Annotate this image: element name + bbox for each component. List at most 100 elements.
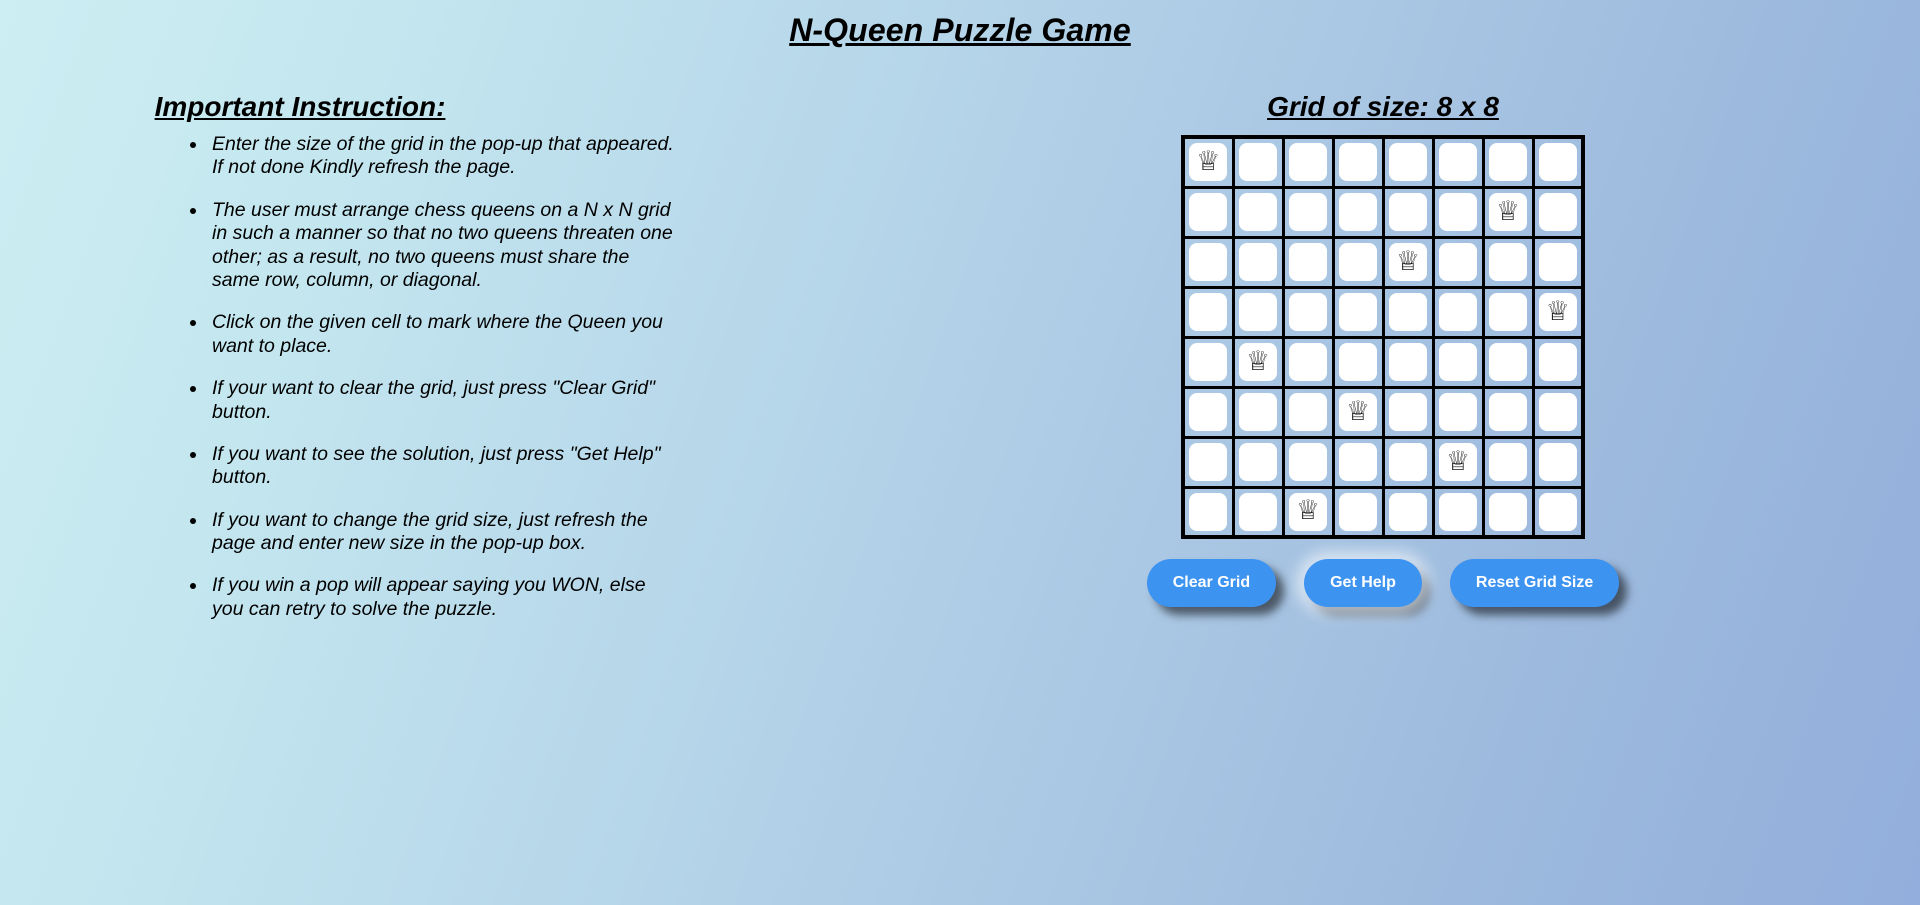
board-cell[interactable]	[1231, 235, 1285, 289]
board-cell[interactable]: ♕	[1331, 385, 1385, 439]
board-cell[interactable]	[1481, 335, 1535, 389]
board-cell[interactable]	[1531, 185, 1585, 239]
board-cell-surface	[1289, 443, 1327, 481]
board-cell[interactable]	[1431, 335, 1485, 389]
board-cell[interactable]	[1481, 385, 1535, 439]
board-cell[interactable]	[1181, 235, 1235, 289]
board-cell[interactable]	[1181, 435, 1235, 489]
board-cell[interactable]	[1431, 135, 1485, 189]
instructions-heading: Important Instruction:	[154, 91, 446, 122]
board-cell[interactable]	[1431, 285, 1485, 339]
board-cell[interactable]	[1231, 385, 1285, 439]
chess-board-body: ♕ ♕ ♕ ♕ ♕ ♕ ♕ ♕	[1181, 135, 1585, 539]
board-cell[interactable]	[1481, 235, 1535, 289]
board-cell[interactable]	[1331, 235, 1385, 289]
board-cell-surface	[1538, 492, 1577, 531]
board-cell[interactable]	[1331, 135, 1385, 189]
board-cell[interactable]	[1431, 235, 1485, 289]
board-cell[interactable]	[1281, 135, 1335, 189]
board-cell-surface	[1189, 193, 1228, 231]
board-cell-surface	[1189, 443, 1228, 481]
board-cell-surface	[1538, 143, 1577, 182]
board-cell[interactable]	[1381, 385, 1435, 439]
queen-icon: ♕	[1196, 145, 1221, 177]
board-cell[interactable]	[1281, 285, 1335, 339]
queen-icon: ♕	[1245, 345, 1271, 377]
clear-grid-button[interactable]: Clear Grid	[1146, 559, 1277, 607]
board-cell[interactable]	[1431, 385, 1485, 439]
board-cell[interactable]	[1331, 185, 1385, 239]
board-cell[interactable]	[1381, 435, 1435, 489]
board-cell[interactable]	[1181, 285, 1235, 339]
board-cell-surface	[1489, 393, 1527, 431]
queen-icon: ♕	[1345, 395, 1371, 427]
instruction-item: Enter the size of the grid in the pop-up…	[208, 133, 678, 180]
board-cell[interactable]	[1531, 485, 1585, 539]
board-cell[interactable]	[1181, 385, 1235, 439]
board-cell[interactable]	[1381, 135, 1435, 189]
board-cell[interactable]	[1181, 335, 1235, 389]
board-cell-surface	[1339, 343, 1377, 381]
get-help-button[interactable]: Get Help	[1304, 559, 1422, 607]
board-cell-surface	[1439, 492, 1477, 531]
board-cell[interactable]	[1231, 285, 1285, 339]
board-cell[interactable]	[1281, 185, 1335, 239]
board-cell-surface	[1339, 193, 1377, 231]
board-cell-surface	[1389, 143, 1427, 182]
board-cell[interactable]	[1281, 435, 1335, 489]
board-cell[interactable]: ♕	[1431, 435, 1485, 489]
board-cell[interactable]	[1381, 285, 1435, 339]
board-cell-surface	[1189, 243, 1228, 281]
board-cell[interactable]	[1381, 485, 1435, 539]
board-cell[interactable]	[1281, 335, 1335, 389]
reset-grid-size-button[interactable]: Reset Grid Size	[1449, 559, 1620, 607]
board-cell[interactable]	[1381, 335, 1435, 389]
board-cell[interactable]	[1231, 135, 1285, 189]
board-cell[interactable]	[1481, 135, 1535, 189]
board-cell[interactable]	[1281, 235, 1335, 289]
board-cell[interactable]	[1531, 335, 1585, 389]
board-cell[interactable]	[1531, 385, 1585, 439]
board-cell[interactable]	[1331, 335, 1385, 389]
board-cell[interactable]	[1531, 135, 1585, 189]
board-cell[interactable]	[1181, 185, 1235, 239]
board-wrapper: ♕ ♕ ♕ ♕ ♕ ♕ ♕ ♕	[840, 135, 1920, 539]
board-cell[interactable]	[1431, 485, 1485, 539]
board-cell[interactable]: ♕	[1281, 485, 1335, 539]
board-cell[interactable]	[1481, 285, 1535, 339]
board-cell[interactable]	[1231, 435, 1285, 489]
instruction-item: If your want to clear the grid, just pre…	[208, 377, 678, 424]
board-cell-surface: ♕	[1489, 193, 1527, 231]
board-cell[interactable]	[1331, 485, 1385, 539]
board-cell-surface	[1489, 143, 1527, 182]
board-cell-surface	[1538, 393, 1577, 431]
board-cell[interactable]	[1231, 485, 1285, 539]
board-cell[interactable]: ♕	[1381, 235, 1435, 289]
board-heading: Grid of size: 8 x 8	[1267, 91, 1499, 122]
board-cell-surface	[1239, 393, 1277, 431]
queen-icon: ♕	[1395, 245, 1421, 277]
board-cell[interactable]	[1481, 485, 1535, 539]
board-cell[interactable]: ♕	[1531, 285, 1585, 339]
instruction-item: If you want to see the solution, just pr…	[208, 443, 678, 490]
board-cell[interactable]	[1531, 235, 1585, 289]
board-cell[interactable]	[1431, 185, 1485, 239]
board-cell[interactable]: ♕	[1181, 135, 1235, 189]
board-cell[interactable]: ♕	[1481, 185, 1535, 239]
board-cell[interactable]	[1531, 435, 1585, 489]
board-cell[interactable]	[1331, 435, 1385, 489]
board-cell-surface	[1439, 193, 1477, 231]
board-cell-surface	[1439, 243, 1477, 281]
instruction-item: If you win a pop will appear saying you …	[208, 574, 678, 621]
board-cell-surface	[1289, 243, 1327, 281]
board-cell[interactable]	[1331, 285, 1385, 339]
board-cell[interactable]	[1181, 485, 1235, 539]
board-cell[interactable]	[1281, 385, 1335, 439]
chess-board[interactable]: ♕ ♕ ♕ ♕ ♕ ♕ ♕ ♕	[1181, 135, 1585, 539]
board-cell-surface: ♕	[1339, 393, 1377, 431]
board-cell[interactable]	[1231, 185, 1285, 239]
board-cell-surface	[1289, 193, 1327, 231]
board-cell[interactable]: ♕	[1231, 335, 1285, 389]
board-cell[interactable]	[1381, 185, 1435, 239]
board-cell[interactable]	[1481, 435, 1535, 489]
